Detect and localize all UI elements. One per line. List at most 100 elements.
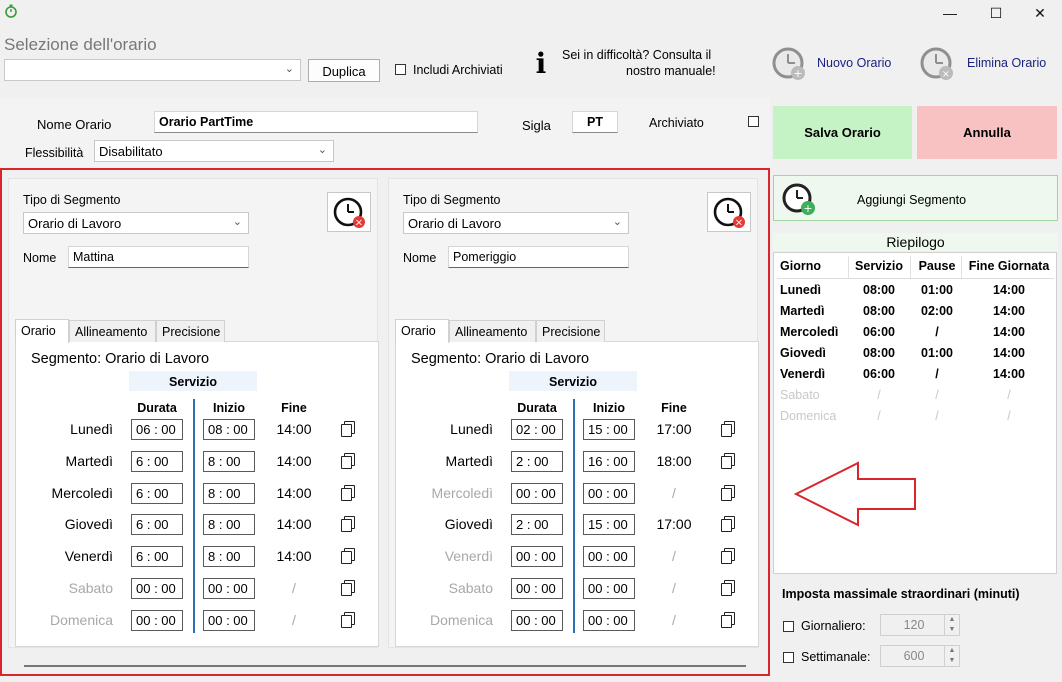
inizio-input[interactable]: 8 : 00 [203,546,255,568]
durata-input[interactable]: 2 : 00 [511,450,563,472]
inizio-input[interactable]: 8 : 00 [203,450,255,472]
aggiungi-segmento-button[interactable]: + Aggiungi Segmento [773,175,1058,221]
durata-input[interactable]: 02 : 00 [511,419,563,440]
inizio-input[interactable]: 00 : 00 [203,578,255,599]
durata-input[interactable]: 06 : 00 [131,419,183,440]
elimina-orario-button[interactable]: Elimina Orario [967,56,1046,70]
fine-value: 18:00 [656,452,692,469]
copy-icon[interactable] [721,516,735,533]
fine-value: / [672,580,676,596]
tab-precisione[interactable]: Precisione [536,320,605,342]
duplica-button[interactable]: Duplica [308,59,380,82]
copy-icon[interactable] [341,580,355,596]
maximize-button[interactable]: ☐ [974,2,1018,24]
inizio-input[interactable]: 00 : 00 [583,578,635,599]
fine-value: / [672,611,676,628]
riepilogo-servizio: 08:00 [863,304,895,318]
copy-icon[interactable] [721,548,735,565]
durata-input[interactable]: 00 : 00 [511,546,563,568]
inizio-input[interactable]: 16 : 00 [583,450,635,472]
delete-segment-button[interactable]: × [707,192,751,232]
copy-icon[interactable] [721,452,735,469]
copy-icon[interactable] [721,421,735,437]
tab-allineamento[interactable]: Allineamento [69,320,156,342]
tab-orario[interactable]: Orario [395,319,449,343]
riepilogo-title: Riepilogo [886,234,945,250]
durata-input[interactable]: 6 : 00 [131,514,183,536]
copy-icon[interactable] [721,580,735,596]
settimanale-spinner[interactable]: 600 ▲ ▼ [880,645,960,667]
sigla-input[interactable]: PT [572,111,618,133]
durata-input[interactable]: 00 : 00 [511,482,563,504]
tab-allineamento[interactable]: Allineamento [449,320,536,342]
tipo-segmento-select[interactable]: Orario di Lavoro ⌄ [23,212,249,234]
riepilogo-pause: 01:00 [921,346,953,360]
tipo-segmento-select[interactable]: Orario di Lavoro ⌄ [403,212,629,234]
durata-input[interactable]: 00 : 00 [131,578,183,599]
fine-header: Fine [661,401,687,415]
inizio-input[interactable]: 00 : 00 [203,609,255,631]
inizio-input[interactable]: 15 : 00 [583,419,635,440]
inizio-input[interactable]: 08 : 00 [203,419,255,440]
copy-icon[interactable] [341,548,355,565]
tab-precisione[interactable]: Precisione [156,320,225,342]
copy-icon[interactable] [341,421,355,437]
durata-input[interactable]: 2 : 00 [511,514,563,536]
segment-nome-input[interactable]: Pomeriggio [448,246,629,268]
riepilogo-giorno: Mercoledì [780,325,839,339]
nome-orario-label: Nome Orario [37,117,112,132]
delete-segment-button[interactable]: × [327,192,371,232]
nuovo-orario-clock-icon[interactable]: + [772,46,808,82]
durata-input[interactable]: 00 : 00 [511,609,563,631]
durata-input[interactable]: 6 : 00 [131,482,183,504]
inizio-input[interactable]: 8 : 00 [203,514,255,536]
copy-icon[interactable] [341,452,355,469]
col-divider [848,256,849,278]
tab-orario[interactable]: Orario [15,319,69,343]
durata-input[interactable]: 6 : 00 [131,450,183,472]
salva-orario-button[interactable]: Salva Orario [773,106,912,159]
annulla-button[interactable]: Annulla [917,106,1057,159]
nuovo-orario-button[interactable]: Nuovo Orario [817,56,891,70]
flessibilita-select[interactable]: Disabilitato ⌄ [94,140,334,162]
copy-icon[interactable] [341,516,355,533]
info-icon[interactable]: i [530,50,552,80]
riepilogo-row: Venerdì 06:00 / 14:00 [780,367,1050,388]
includi-archiviati-checkbox[interactable] [395,64,406,75]
riepilogo-row: Lunedì 08:00 01:00 14:00 [780,283,1050,304]
copy-icon[interactable] [341,611,355,628]
inizio-input[interactable]: 00 : 00 [583,482,635,504]
nome-orario-input[interactable]: Orario PartTime [154,111,478,133]
archiviato-label: Archiviato [649,116,704,130]
copy-icon[interactable] [341,484,355,501]
segments-scrollbar[interactable] [24,665,746,667]
durata-input[interactable]: 00 : 00 [511,578,563,599]
chevron-down-icon: ⌄ [232,216,242,228]
inizio-input[interactable]: 00 : 00 [583,609,635,631]
copy-icon[interactable] [721,484,735,501]
settimanale-label: Settimanale: [801,650,871,664]
minimize-button[interactable]: — [928,2,972,24]
durata-input[interactable]: 00 : 00 [131,609,183,631]
nome-label: Nome [403,251,437,265]
inizio-input[interactable]: 15 : 00 [583,514,635,536]
elimina-orario-clock-icon[interactable]: × [920,46,956,82]
giornaliero-spinner[interactable]: 120 ▲ ▼ [880,614,960,636]
col-servizio: Servizio [855,259,903,273]
inizio-input[interactable]: 00 : 00 [583,546,635,568]
servizio-label: Servizio [549,375,597,389]
orario-select[interactable]: ⌄ [4,59,301,81]
settimanale-checkbox[interactable] [783,652,794,663]
inizio-input[interactable]: 8 : 00 [203,482,255,504]
riepilogo-giorno: Domenica [780,409,837,423]
giornaliero-checkbox[interactable] [783,621,794,632]
close-button[interactable]: ✕ [1018,2,1062,24]
segment-card-pomeriggio: Tipo di Segmento Orario di Lavoro ⌄ Nome … [388,178,759,648]
archiviato-checkbox[interactable] [748,116,759,127]
day-label: Sabato [68,580,113,596]
segment-nome-input[interactable]: Mattina [68,246,249,268]
durata-input[interactable]: 6 : 00 [131,546,183,568]
svg-text:×: × [355,218,363,229]
copy-icon[interactable] [721,611,735,628]
flessibilita-value: Disabilitato [99,144,163,159]
